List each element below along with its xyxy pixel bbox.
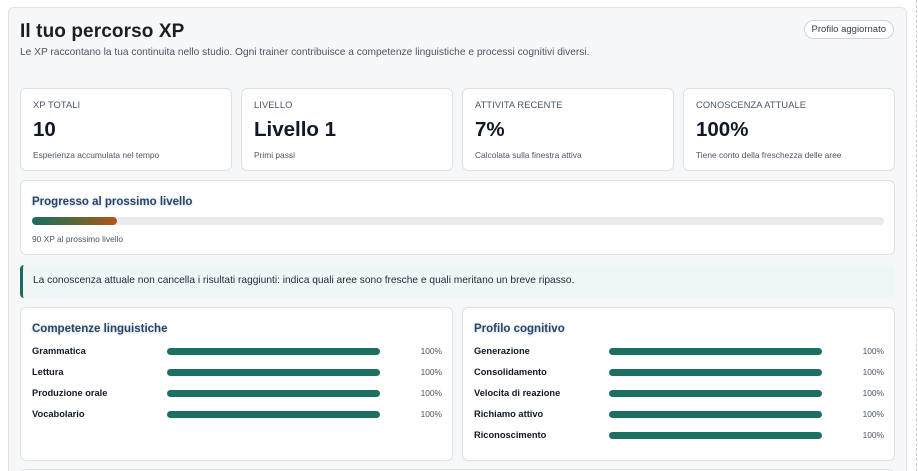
skill-row: Produzione orale 100% xyxy=(32,387,442,401)
skill-bar-fill xyxy=(609,348,822,355)
stat-value: Livello 1 xyxy=(254,118,337,141)
cognitive-profile-card: Profilo cognitivo Generazione 100% Consoli… xyxy=(462,307,895,461)
skill-row: Lettura 100% xyxy=(32,366,442,380)
skill-name: Grammatica xyxy=(32,346,86,356)
skill-bar-fill xyxy=(609,390,822,397)
skill-bar-track xyxy=(167,348,380,355)
skill-name: Consolidamento xyxy=(474,367,547,377)
page-right-border xyxy=(916,0,917,471)
skill-name: Vocabolario xyxy=(32,409,85,419)
skill-bar-fill xyxy=(609,411,822,418)
skill-bar-track xyxy=(609,348,822,355)
skill-percent: 100% xyxy=(862,430,884,440)
skill-name: Richiamo attivo xyxy=(474,409,544,419)
skill-percent: 100% xyxy=(862,346,884,356)
stat-card-current-knowledge: CONOSCENZA ATTUALE 100% Tiene conto dell… xyxy=(683,88,895,171)
skill-bar-track xyxy=(167,369,380,376)
skill-row: Grammatica 100% xyxy=(32,345,442,359)
level-progress-track xyxy=(32,217,884,225)
linguistic-skills-card: Competenze linguistiche Grammatica 100% Le… xyxy=(20,307,453,461)
stat-value: 7% xyxy=(475,118,505,141)
level-progress-note: 90 XP al prossimo livello xyxy=(32,234,124,244)
stat-note: Tiene conto della freschezza delle aree xyxy=(696,150,842,160)
page-title: Il tuo percorso XP xyxy=(20,21,185,42)
skill-row: Consolidamento 100% xyxy=(474,366,884,380)
profile-updated-badge: Profilo aggiornato xyxy=(803,20,894,39)
stat-value: 10 xyxy=(33,118,56,141)
stat-note: Calcolata sulla finestra attiva xyxy=(475,150,582,160)
skill-bar-fill xyxy=(167,390,380,397)
level-progress-card: Progresso al prossimo livello 90 XP al p… xyxy=(20,180,895,255)
skill-percent: 100% xyxy=(862,367,884,377)
skill-bar-track xyxy=(609,390,822,397)
skill-bar-track xyxy=(167,390,380,397)
skill-bar-fill xyxy=(609,432,822,439)
skill-bar-fill xyxy=(167,411,380,418)
stat-label: LIVELLO xyxy=(254,100,293,110)
stat-label: XP TOTALI xyxy=(33,100,81,110)
stat-note: Primi passi xyxy=(254,150,295,160)
skill-name: Lettura xyxy=(32,367,64,377)
skill-bar-fill xyxy=(167,348,380,355)
cognitive-profile-title: Profilo cognitivo xyxy=(474,323,565,335)
skill-name: Produzione orale xyxy=(32,388,108,398)
skill-percent: 100% xyxy=(420,346,442,356)
skill-row: Velocita di reazione 100% xyxy=(474,387,884,401)
skill-row: Richiamo attivo 100% xyxy=(474,408,884,422)
skill-bar-fill xyxy=(167,369,380,376)
skill-name: Riconoscimento xyxy=(474,430,547,440)
skill-bar-track xyxy=(609,369,822,376)
skill-name: Velocita di reazione xyxy=(474,388,561,398)
stat-card-recent-activity: ATTIVITA RECENTE 7% Calcolata sulla fine… xyxy=(462,88,674,171)
skill-percent: 100% xyxy=(420,388,442,398)
skill-row: Riconoscimento 100% xyxy=(474,429,884,443)
stat-card-level: LIVELLO Livello 1 Primi passi xyxy=(241,88,453,171)
stat-label: CONOSCENZA ATTUALE xyxy=(696,100,807,110)
skill-percent: 100% xyxy=(420,409,442,419)
linguistic-skills-title: Competenze linguistiche xyxy=(32,323,168,335)
skill-name: Generazione xyxy=(474,346,530,356)
skill-percent: 100% xyxy=(862,388,884,398)
knowledge-info-callout: La conoscenza attuale non cancella i ris… xyxy=(20,265,895,298)
level-progress-fill xyxy=(32,217,118,225)
level-progress-title: Progresso al prossimo livello xyxy=(32,196,193,208)
skill-row: Vocabolario 100% xyxy=(32,408,442,422)
xp-journey-panel: Il tuo percorso XP Le XP raccontano la t… xyxy=(8,7,907,471)
callout-text: La conoscenza attuale non cancella i ris… xyxy=(33,275,575,286)
stat-note: Esperienza accumulata nel tempo xyxy=(33,150,160,160)
stat-card-total-xp: XP TOTALI 10 Esperienza accumulata nel t… xyxy=(20,88,232,171)
skill-percent: 100% xyxy=(420,367,442,377)
skill-row: Generazione 100% xyxy=(474,345,884,359)
skill-bar-track xyxy=(609,411,822,418)
skill-bar-track xyxy=(167,411,380,418)
stat-label: ATTIVITA RECENTE xyxy=(475,100,563,110)
skill-percent: 100% xyxy=(862,409,884,419)
skill-bar-track xyxy=(609,432,822,439)
page-subtitle: Le XP raccontano la tua continuita nello… xyxy=(20,47,590,58)
stat-value: 100% xyxy=(696,118,749,141)
skill-bar-fill xyxy=(609,369,822,376)
